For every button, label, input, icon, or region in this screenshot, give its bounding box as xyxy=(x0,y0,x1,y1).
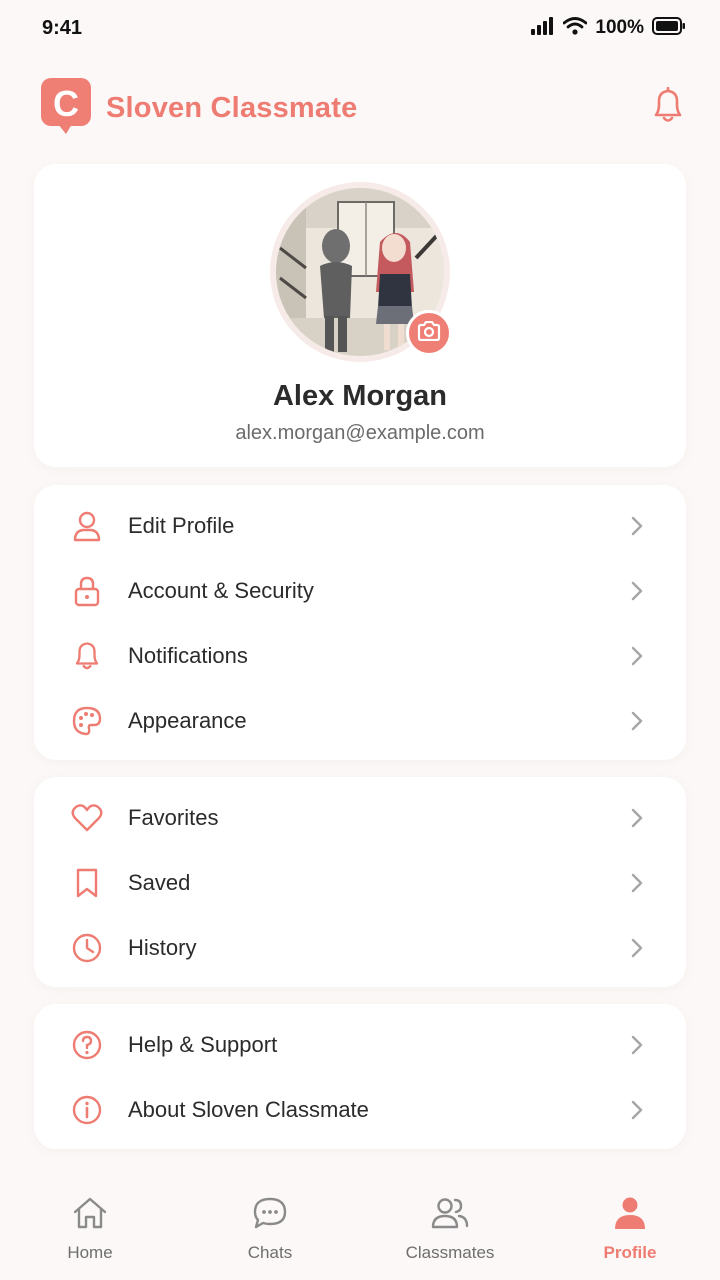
library-card: Favorites Saved History xyxy=(34,777,686,987)
help-icon xyxy=(70,1028,104,1062)
avatar-wrapper xyxy=(270,182,452,362)
user-name: Alex Morgan xyxy=(272,380,448,412)
app-logo: C xyxy=(40,76,92,141)
chevron-right-icon xyxy=(628,872,646,894)
menu-label: Notifications xyxy=(128,642,248,668)
menu-item-appearance[interactable]: Appearance xyxy=(34,688,686,753)
tab-label: Home xyxy=(67,1243,113,1262)
notifications-button[interactable] xyxy=(646,86,690,130)
app-header: C Sloven Classmate xyxy=(0,74,720,142)
tab-classmates[interactable]: Classmates xyxy=(360,1170,540,1280)
menu-list: Edit Profile Account & Security Notifica… xyxy=(34,493,686,753)
chat-icon xyxy=(252,1196,288,1235)
user-email: alex.morgan@example.com xyxy=(235,422,485,444)
menu-item-saved[interactable]: Saved xyxy=(34,850,686,915)
lock-icon xyxy=(70,574,104,608)
menu-item-help-support[interactable]: Help & Support xyxy=(34,1012,686,1077)
chevron-right-icon xyxy=(628,515,646,537)
battery-icon xyxy=(652,16,686,40)
chevron-right-icon xyxy=(628,1099,646,1121)
status-indicators: 100% xyxy=(531,16,686,40)
chevron-right-icon xyxy=(628,807,646,829)
menu-item-notifications[interactable]: Notifications xyxy=(34,623,686,688)
menu-item-edit-profile[interactable]: Edit Profile xyxy=(34,493,686,558)
menu-label: Edit Profile xyxy=(128,512,235,538)
menu-label: Account & Security xyxy=(128,577,314,603)
clock-icon xyxy=(70,931,104,965)
menu-label: Appearance xyxy=(128,707,247,733)
status-bar: 9:41 100% xyxy=(0,0,720,56)
battery-percent: 100% xyxy=(595,17,644,38)
account-settings-card: Edit Profile Account & Security Notifica… xyxy=(34,485,686,760)
menu-item-history[interactable]: History xyxy=(34,915,686,980)
profile-screen: 9:41 100% C Sloven Classmate Alex Morgan… xyxy=(0,0,720,1280)
bookmark-icon xyxy=(70,866,104,900)
tab-chats[interactable]: Chats xyxy=(180,1170,360,1280)
profile-card: Alex Morgan alex.morgan@example.com xyxy=(34,164,686,467)
change-photo-button[interactable] xyxy=(406,310,452,356)
people-icon xyxy=(430,1196,470,1235)
menu-item-favorites[interactable]: Favorites xyxy=(34,785,686,850)
palette-icon xyxy=(70,704,104,738)
menu-item-account-security[interactable]: Account & Security xyxy=(34,558,686,623)
tab-label: Classmates xyxy=(405,1243,495,1262)
profile-icon xyxy=(612,1196,648,1235)
chevron-right-icon xyxy=(628,645,646,667)
menu-label: Saved xyxy=(128,869,191,895)
tab-profile[interactable]: Profile xyxy=(540,1170,720,1280)
chevron-right-icon xyxy=(628,710,646,732)
menu-label: About Sloven Classmate xyxy=(128,1096,369,1122)
signal-icon xyxy=(531,16,555,40)
status-time: 9:41 xyxy=(42,16,83,39)
brand: C Sloven Classmate xyxy=(40,76,357,141)
user-icon xyxy=(70,509,104,543)
tab-label: Chats xyxy=(247,1243,293,1262)
bell-icon xyxy=(70,639,104,673)
home-icon xyxy=(72,1196,108,1235)
menu-label: Favorites xyxy=(128,804,219,830)
info-icon xyxy=(70,1093,104,1127)
bottom-tab-bar: Home Chats Classmates Profile xyxy=(0,1170,720,1280)
menu-label: Help & Support xyxy=(128,1031,278,1057)
camera-icon xyxy=(417,320,441,346)
tab-label: Profile xyxy=(603,1243,657,1262)
tab-home[interactable]: Home xyxy=(0,1170,180,1280)
chevron-right-icon xyxy=(628,937,646,959)
bell-icon xyxy=(650,86,686,130)
wifi-icon xyxy=(562,16,588,40)
menu-item-about[interactable]: About Sloven Classmate xyxy=(34,1077,686,1142)
menu-list: Favorites Saved History xyxy=(34,785,686,980)
menu-list: Help & Support About Sloven Classmate xyxy=(34,1012,686,1142)
support-card: Help & Support About Sloven Classmate xyxy=(34,1004,686,1149)
menu-label: History xyxy=(128,934,197,960)
app-title: Sloven Classmate xyxy=(106,91,358,124)
chevron-right-icon xyxy=(628,580,646,602)
chevron-right-icon xyxy=(628,1034,646,1056)
svg-text:C: C xyxy=(53,83,79,124)
heart-icon xyxy=(70,801,104,835)
